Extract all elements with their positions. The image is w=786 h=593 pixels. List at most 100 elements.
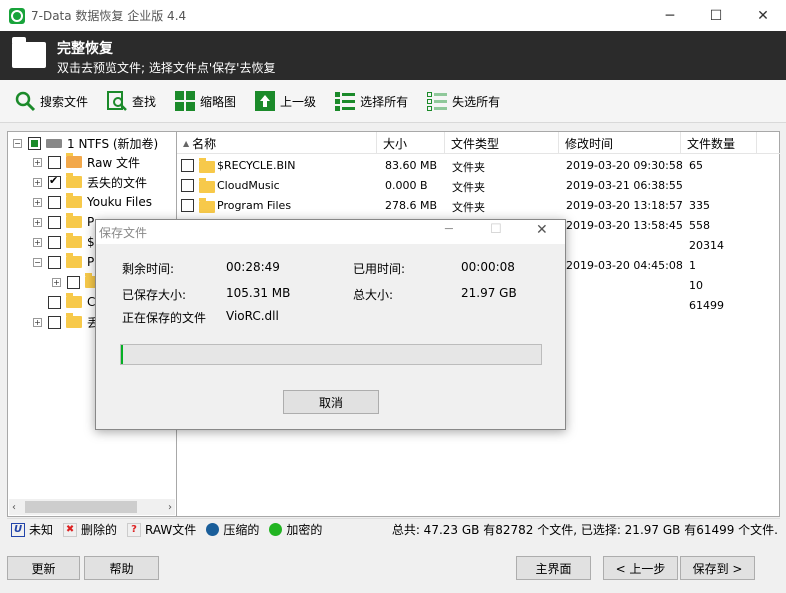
column-name[interactable]: ▲ 名称 <box>177 132 377 154</box>
save-progress-bar <box>120 344 542 365</box>
table-row[interactable]: $RECYCLE.BIN 83.60 MB 文件夹 2019-03-20 09:30:… <box>177 156 777 176</box>
column-type[interactable]: 文件类型 <box>445 132 559 154</box>
folder-icon <box>199 198 215 213</box>
table-row[interactable]: Program Files 278.6 MB 文件夹 2019-03-20 13:18… <box>177 196 777 216</box>
modified-cell: 2019-03-21 06:38:55 <box>566 179 683 192</box>
expand-icon[interactable]: + <box>52 277 61 287</box>
save-to-button[interactable]: 保存到 > <box>680 556 755 580</box>
maximize-button[interactable]: ☐ <box>693 0 739 31</box>
up-arrow-icon <box>254 90 276 112</box>
remaining-label: 剩余时间: <box>122 262 175 276</box>
expand-icon[interactable]: + <box>33 317 42 327</box>
refresh-button[interactable]: 更新 <box>7 556 80 580</box>
tree-item[interactable]: + Pr <box>33 212 99 232</box>
progress-fill <box>121 345 124 364</box>
expand-icon[interactable]: + <box>33 197 42 207</box>
scroll-left-icon[interactable]: ‹ <box>12 502 16 513</box>
folder-icon <box>66 213 82 228</box>
select-all-button[interactable]: 选择所有 <box>334 87 408 115</box>
window-title: 7-Data 数据恢复 企业版 4.4 <box>31 9 187 23</box>
tree-item[interactable]: − P <box>33 252 94 272</box>
thumbnails-button[interactable]: 缩略图 <box>174 87 236 115</box>
up-level-button[interactable]: 上一级 <box>254 87 316 115</box>
elapsed-value: 00:00:08 <box>461 260 515 274</box>
total-size-label: 总大小: <box>353 288 394 302</box>
tree-checkbox[interactable] <box>48 155 61 169</box>
size-cell: 0.000 B <box>385 179 428 192</box>
tree-item[interactable]: + Raw 文件 <box>33 152 140 172</box>
tree-root[interactable]: − 1 NTFS (新加卷) <box>13 133 158 153</box>
scrollbar-thumb[interactable] <box>25 501 137 513</box>
tree-checkbox[interactable] <box>48 215 61 229</box>
encrypted-icon <box>269 523 283 536</box>
row-checkbox[interactable] <box>181 159 194 172</box>
collapse-icon[interactable]: − <box>13 138 22 148</box>
modified-cell: 2019-03-20 09:30:58 <box>566 159 683 172</box>
modified-cell: 2019-03-20 13:18:57 <box>566 199 683 212</box>
folder-icon <box>66 253 82 268</box>
name-cell: Program Files <box>217 199 292 212</box>
minimize-button[interactable]: ─ <box>647 0 693 31</box>
folder-icon <box>66 313 82 328</box>
deselect-all-button[interactable]: 失选所有 <box>426 87 500 115</box>
close-button[interactable]: ✕ <box>740 0 786 31</box>
column-count[interactable]: 文件数量 <box>681 132 757 154</box>
tree-item[interactable]: + Youku Files <box>33 192 152 212</box>
count-cell: 10 <box>689 279 703 292</box>
total-size-value: 21.97 GB <box>461 286 517 300</box>
sort-up-icon: ▲ <box>183 138 190 148</box>
page-header: 完整恢复 双击去预览文件; 选择文件点'保存'去恢复 <box>0 31 786 80</box>
expand-icon[interactable]: + <box>33 177 42 187</box>
current-file-value: VioRC.dll <box>226 309 279 323</box>
tree-checkbox[interactable] <box>48 195 61 209</box>
modified-cell: 2019-03-20 04:45:08 <box>566 259 683 272</box>
column-size[interactable]: 大小 <box>377 132 445 154</box>
find-icon <box>106 90 128 112</box>
list-header: ▲ 名称 大小 文件类型 修改时间 文件数量 <box>177 132 780 154</box>
help-button[interactable]: 帮助 <box>84 556 159 580</box>
row-checkbox[interactable] <box>181 199 194 212</box>
horizontal-scrollbar[interactable]: ‹ › <box>9 499 175 515</box>
row-checkbox[interactable] <box>181 179 194 192</box>
tree-checkbox[interactable] <box>67 275 80 289</box>
column-modified[interactable]: 修改时间 <box>559 132 681 154</box>
expand-icon[interactable]: + <box>33 217 42 227</box>
scroll-right-icon[interactable]: › <box>168 502 172 513</box>
back-button[interactable]: < 上一步 <box>603 556 678 580</box>
tree-item[interactable]: C <box>48 292 95 312</box>
table-row[interactable]: CloudMusic 0.000 B 文件夹 2019-03-21 06:38:55 <box>177 176 777 196</box>
status-bar: U 未知 ✖ 删除的 ? RAW文件 压缩的 加密的 总共: 47.23 GB … <box>7 518 780 540</box>
folder-icon <box>66 173 82 188</box>
expand-icon[interactable]: + <box>33 157 42 167</box>
app-logo-icon <box>9 7 25 24</box>
tree-item[interactable]: + 丢 <box>33 312 99 332</box>
type-cell: 文件夹 <box>452 201 485 214</box>
folder-icon <box>66 293 82 308</box>
folder-icon <box>66 233 82 248</box>
expand-icon[interactable]: + <box>33 237 42 247</box>
search-files-button[interactable]: 搜索文件 <box>14 87 88 115</box>
cancel-button[interactable]: 取消 <box>283 390 379 414</box>
tree-item[interactable]: + $ <box>33 232 95 252</box>
folder-icon <box>66 193 82 208</box>
tree-checkbox[interactable] <box>48 315 61 329</box>
tree-checkbox[interactable] <box>48 235 61 249</box>
collapse-icon[interactable]: − <box>33 257 42 267</box>
tree-checkbox[interactable] <box>48 295 61 309</box>
find-button[interactable]: 查找 <box>106 87 156 115</box>
tree-checkbox[interactable] <box>48 255 61 269</box>
main-button[interactable]: 主界面 <box>516 556 591 580</box>
raw-icon: ? <box>127 522 142 537</box>
search-icon <box>14 90 36 112</box>
count-cell: 65 <box>689 159 703 172</box>
dialog-minimize-button[interactable]: ─ <box>445 222 453 237</box>
folder-icon <box>199 178 215 193</box>
elapsed-label: 已用时间: <box>353 262 406 276</box>
tree-item[interactable]: + 丢失的文件 <box>33 172 147 192</box>
count-cell: 20314 <box>689 239 724 252</box>
current-file-label: 正在保存的文件 <box>122 311 207 325</box>
tree-checkbox[interactable] <box>28 136 41 150</box>
dialog-close-button[interactable]: ✕ <box>536 222 548 238</box>
tree-checkbox[interactable] <box>48 174 61 189</box>
dialog-maximize-button[interactable]: ☐ <box>490 222 502 237</box>
